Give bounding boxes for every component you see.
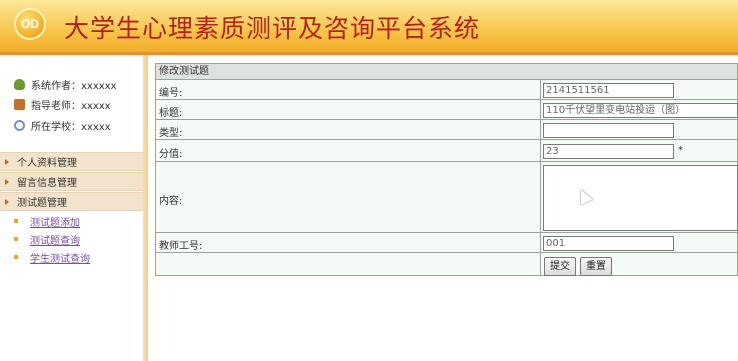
type-input[interactable] [543,123,674,138]
user-icon [14,78,25,90]
edit-test-form: 修改测试题 编号: 标题: 类型: 分值: 内容: 教师工号: 21415115… [155,63,738,276]
required-mark: * [678,145,683,156]
content-textarea[interactable] [543,165,738,231]
form-title: 修改测试题 [156,64,737,80]
caret-right-icon [5,158,9,165]
school-icon [14,119,25,131]
number-input[interactable]: 2141511561 [543,83,674,98]
teacher-no-input[interactable]: 001 [543,236,674,251]
sidebar-group-tests[interactable]: 测试题管理 [0,192,143,211]
sidebar-group-profile[interactable]: 个人资料管理 [0,152,143,171]
student-tests-link[interactable]: 学生测试查询 [30,250,90,265]
bullet-icon [14,237,18,241]
app-title: 大学生心理素质测评及咨询平台系统 [64,14,481,43]
teacher-info: 指导老师：xxxxx [14,96,111,112]
submit-button[interactable]: 提交 [544,257,576,276]
sidebar-item-student-tests: 学生测试查询 [14,250,90,265]
bullet-icon [14,219,18,223]
sidebar-item-query-test: 测试题查询 [14,232,80,247]
sidebar-item-add-test: 测试题添加 [14,214,80,229]
logo-icon: OD [14,8,46,40]
teacher-icon [14,98,25,110]
caret-right-icon [5,198,9,205]
header-bar: OD 大学生心理素质测评及咨询平台系统 [0,0,738,52]
bullet-icon [14,255,18,259]
reset-button[interactable]: 重置 [580,257,612,276]
query-test-link[interactable]: 测试题查询 [30,232,80,247]
author-info: 系统作者：xxxxxx [14,76,117,92]
score-input[interactable]: 23 [543,144,674,159]
sidebar-group-messages[interactable]: 留言信息管理 [0,172,143,191]
add-test-link[interactable]: 测试题添加 [30,214,80,229]
sidebar-divider [143,55,148,361]
caret-right-icon [5,178,9,185]
school-info: 所在学校：xxxxx [14,117,111,133]
title-input[interactable]: 110千伏望里变电站投运（图） [543,103,738,118]
